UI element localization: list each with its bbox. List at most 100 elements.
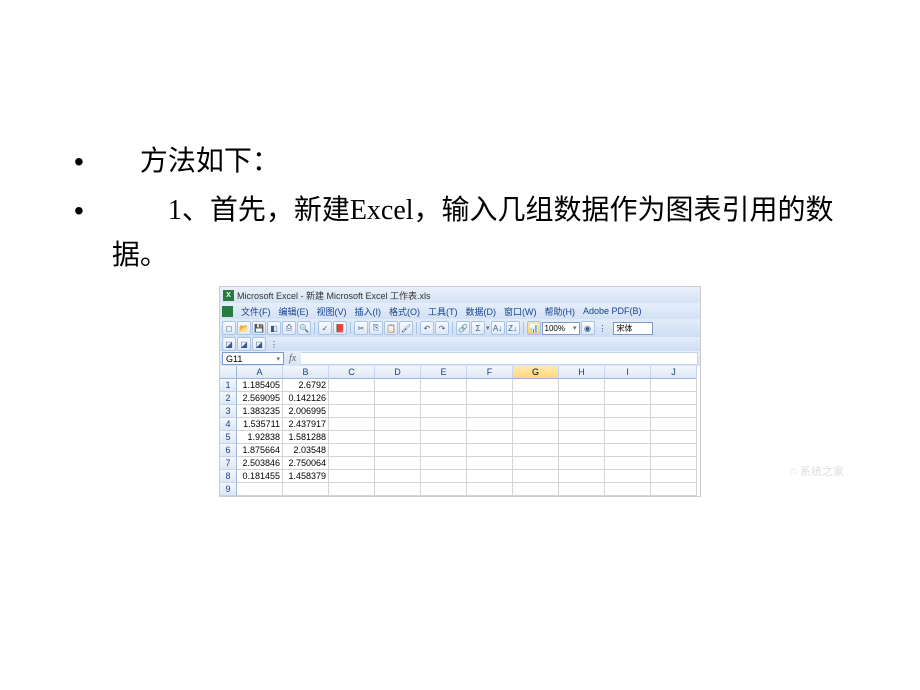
col-header-b[interactable]: B [283, 366, 329, 379]
cell[interactable] [421, 457, 467, 470]
cell[interactable]: 1.383235 [237, 405, 283, 418]
pdf-button-3[interactable]: ◪ [252, 337, 266, 351]
col-header-d[interactable]: D [375, 366, 421, 379]
cell[interactable] [421, 470, 467, 483]
cell[interactable] [513, 431, 559, 444]
chart-wizard-button[interactable]: 📊 [527, 321, 541, 335]
cell[interactable] [559, 457, 605, 470]
new-button[interactable]: ◻ [222, 321, 236, 335]
zoom-box[interactable]: 100% ▾ [542, 322, 580, 335]
row-header[interactable]: 8 [220, 470, 237, 483]
col-header-f[interactable]: F [467, 366, 513, 379]
autosum-dropdown-icon[interactable]: ▾ [486, 324, 490, 332]
cell[interactable]: 0.142126 [283, 392, 329, 405]
cell[interactable] [467, 457, 513, 470]
open-button[interactable]: 📂 [237, 321, 251, 335]
paste-button[interactable]: 📋 [384, 321, 398, 335]
cell[interactable] [329, 470, 375, 483]
row-header[interactable]: 4 [220, 418, 237, 431]
cell[interactable] [375, 431, 421, 444]
cell[interactable] [605, 470, 651, 483]
cell[interactable]: 1.581288 [283, 431, 329, 444]
toolbar-options-icon[interactable]: ⋮ [269, 339, 279, 349]
cell[interactable] [467, 418, 513, 431]
cell[interactable] [329, 392, 375, 405]
cell[interactable] [375, 418, 421, 431]
cell[interactable] [375, 405, 421, 418]
cell[interactable] [467, 483, 513, 496]
cell[interactable]: 1.458379 [283, 470, 329, 483]
cell[interactable] [467, 431, 513, 444]
cell[interactable] [651, 444, 697, 457]
cell[interactable] [421, 392, 467, 405]
cell[interactable] [605, 405, 651, 418]
fx-icon[interactable]: fx [289, 353, 296, 364]
cell[interactable]: 1.185405 [237, 379, 283, 392]
cell[interactable] [375, 470, 421, 483]
cell[interactable] [329, 457, 375, 470]
cell[interactable] [605, 483, 651, 496]
spellcheck-button[interactable]: ✓ [318, 321, 332, 335]
cell[interactable] [651, 418, 697, 431]
row-header[interactable]: 3 [220, 405, 237, 418]
cell[interactable]: 2.437917 [283, 418, 329, 431]
menu-tools[interactable]: 工具(T) [424, 305, 462, 318]
cell[interactable] [421, 444, 467, 457]
cell[interactable] [513, 418, 559, 431]
col-header-j[interactable]: J [651, 366, 697, 379]
sort-asc-button[interactable]: A↓ [491, 321, 505, 335]
cell[interactable]: 2.503846 [237, 457, 283, 470]
menu-format[interactable]: 格式(O) [385, 305, 424, 318]
cell[interactable] [605, 431, 651, 444]
cell[interactable] [329, 379, 375, 392]
row-header[interactable]: 5 [220, 431, 237, 444]
cell[interactable] [513, 379, 559, 392]
cell[interactable]: 2.750064 [283, 457, 329, 470]
row-header[interactable]: 1 [220, 379, 237, 392]
cell[interactable]: 2.569095 [237, 392, 283, 405]
hyperlink-button[interactable]: 🔗 [456, 321, 470, 335]
cell[interactable] [651, 483, 697, 496]
cell[interactable] [467, 379, 513, 392]
name-box[interactable]: G11 ▾ [222, 352, 284, 365]
cell[interactable] [559, 470, 605, 483]
cell[interactable] [651, 405, 697, 418]
cell[interactable] [375, 457, 421, 470]
cell[interactable] [559, 418, 605, 431]
cell[interactable] [237, 483, 283, 496]
cell[interactable] [559, 392, 605, 405]
toolbar-options-icon[interactable]: ⋮ [598, 323, 608, 333]
copy-button[interactable]: ⎘ [369, 321, 383, 335]
cell[interactable] [421, 483, 467, 496]
menu-file[interactable]: 文件(F) [237, 305, 275, 318]
cell[interactable] [513, 405, 559, 418]
pdf-button-2[interactable]: ◪ [237, 337, 251, 351]
cell[interactable] [605, 392, 651, 405]
menu-adobe-pdf[interactable]: Adobe PDF(B) [579, 306, 646, 316]
formula-bar[interactable] [301, 352, 698, 365]
cell[interactable]: 1.875664 [237, 444, 283, 457]
col-header-e[interactable]: E [421, 366, 467, 379]
cell[interactable]: 1.535711 [237, 418, 283, 431]
pdf-button-1[interactable]: ◪ [222, 337, 236, 351]
font-selector[interactable]: 宋体 [613, 322, 653, 335]
cell[interactable] [513, 457, 559, 470]
cell[interactable]: 1.92838 [237, 431, 283, 444]
select-all-corner[interactable] [220, 366, 237, 379]
cell[interactable] [375, 379, 421, 392]
menu-edit[interactable]: 编辑(E) [275, 305, 313, 318]
cell[interactable] [605, 379, 651, 392]
sort-desc-button[interactable]: Z↓ [506, 321, 520, 335]
cell[interactable]: 0.181455 [237, 470, 283, 483]
cell[interactable] [559, 379, 605, 392]
col-header-g[interactable]: G [513, 366, 559, 379]
cell[interactable]: 2.6792 [283, 379, 329, 392]
preview-button[interactable]: 🔍 [297, 321, 311, 335]
cell[interactable] [651, 470, 697, 483]
cell[interactable] [651, 379, 697, 392]
cell[interactable]: 2.006995 [283, 405, 329, 418]
cut-button[interactable]: ✂ [354, 321, 368, 335]
row-header[interactable]: 9 [220, 483, 237, 496]
menu-help[interactable]: 帮助(H) [541, 305, 580, 318]
cell[interactable] [651, 457, 697, 470]
